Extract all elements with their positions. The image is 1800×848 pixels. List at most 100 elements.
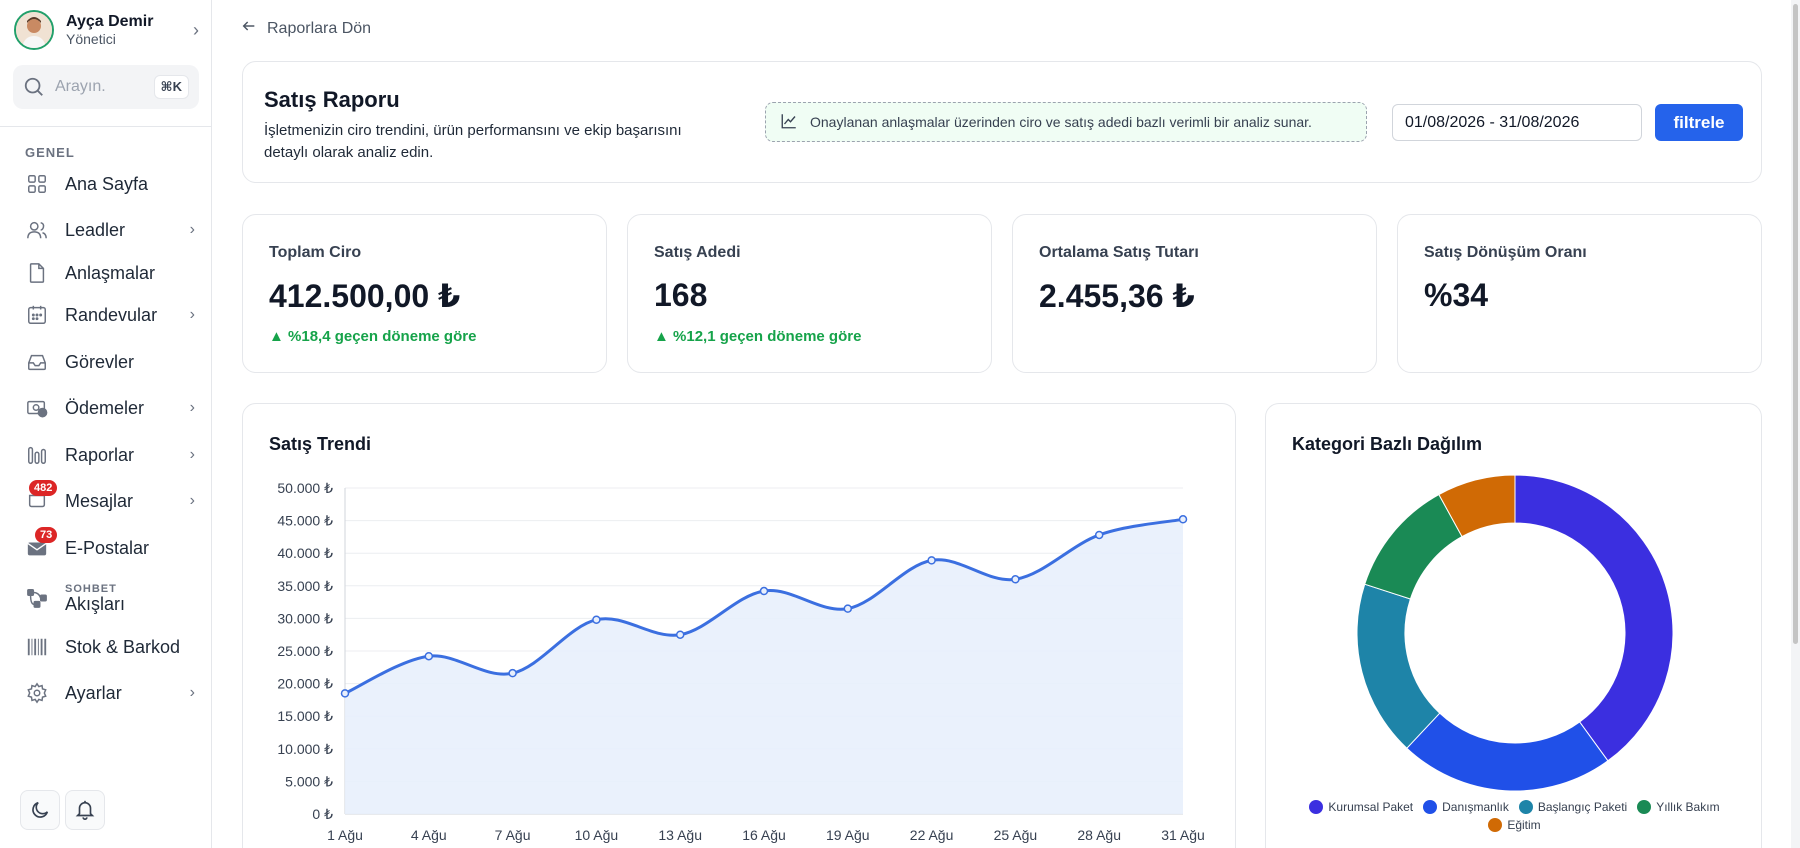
user-role: Yönetici <box>66 30 116 47</box>
chevron-right-icon: › <box>189 399 195 416</box>
theme-toggle-button[interactable] <box>20 790 60 830</box>
x-tick-label: 25 Ağu <box>994 827 1038 843</box>
sidebar-item-label: Ayarlar <box>65 682 122 703</box>
info-box: Onaylanan anlaşmalar üzerinden ciro ve s… <box>765 102 1367 142</box>
category-distribution-card: Kategori Bazlı Dağılım Kurumsal Paket Dan… <box>1265 403 1762 848</box>
sidebar-item-label: Raporlar <box>65 444 135 465</box>
bar-chart-icon <box>25 443 49 467</box>
sales-trend-card: Satış Trendi 0 ₺ 5.000 ₺ 10.000 ₺ 15.000 ₺ 2… <box>242 403 1236 848</box>
y-tick-label: 0 ₺ <box>312 806 333 822</box>
legend-label: Yıllık Bakım <box>1656 800 1720 814</box>
x-tick-label: 7 Ağu <box>495 827 531 843</box>
page-scrollbar[interactable] <box>1791 0 1800 848</box>
chevron-right-icon: › <box>189 446 195 463</box>
arrow-left-icon <box>241 18 257 39</box>
page-title: Satış Raporu <box>264 87 400 112</box>
kpi-value: 168 <box>654 277 708 313</box>
notifications-button[interactable] <box>65 790 105 830</box>
search-icon <box>24 77 43 96</box>
sidebar-item-stok-barkod[interactable]: Stok & Barkod <box>25 632 195 662</box>
kpi-label: Ortalama Satış Tutarı <box>1039 244 1199 261</box>
data-point <box>1178 515 1188 524</box>
data-point <box>927 556 936 565</box>
sidebar-item-randevular[interactable]: Randevular › <box>25 300 195 330</box>
sidebar-item-e-postalar[interactable]: 73 E-Postalar <box>25 527 195 563</box>
sidebar-item-raporlar[interactable]: Raporlar › <box>25 440 195 470</box>
kpi-label: Satış Dönüşüm Oranı <box>1424 244 1587 261</box>
data-point <box>1094 530 1104 540</box>
chevron-right-icon: › <box>189 492 195 509</box>
data-point <box>1011 575 1020 584</box>
sidebar-item-odemeler[interactable]: Ödemeler › <box>25 393 195 423</box>
kpi-card-satis-donusum-orani: Satış Dönüşüm Oranı %34 <box>1397 214 1762 373</box>
sidebar-item-sohbet-akislari[interactable]: SOHBET Akışları <box>25 580 195 616</box>
users-icon <box>25 218 49 242</box>
sidebar-item-ayarlar[interactable]: Ayarlar › <box>25 678 195 708</box>
date-range-input[interactable]: 01/08/2026 - 31/08/2026 <box>1392 104 1642 141</box>
legend-item[interactable]: Danışmanlık <box>1423 800 1509 814</box>
x-tick-label: 28 Ağu <box>1077 827 1121 843</box>
filter-button[interactable]: filtrele <box>1655 104 1743 141</box>
x-tick-label: 19 Ağu <box>826 827 870 843</box>
sidebar-item-anlasmalar[interactable]: Anlaşmalar <box>25 258 195 288</box>
message-count-badge: 482 <box>29 480 58 496</box>
donut-slice <box>1406 712 1609 792</box>
page-description: İşletmenizin ciro trendini, ürün perform… <box>264 122 682 161</box>
section-label: GENEL <box>25 145 75 160</box>
message-icon: 482 <box>25 480 58 513</box>
chevron-right-icon: › <box>189 221 195 238</box>
chevron-right-icon: › <box>193 19 199 40</box>
kpi-card-ortalama-satis-tutari: Ortalama Satış Tutarı 2.455,36 ₺ <box>1012 214 1377 373</box>
sidebar-divider <box>0 126 212 127</box>
grid-icon <box>25 172 49 196</box>
kpi-change: ▲ %12,1 geçen döneme göre <box>654 328 862 345</box>
back-label: Raporlara Dön <box>267 19 372 37</box>
calendar-icon <box>25 303 49 327</box>
x-tick-label: 13 Ağu <box>658 827 702 843</box>
legend-item[interactable]: Eğitim <box>1488 818 1541 832</box>
sidebar-item-mesajlar[interactable]: 482 Mesajlar › <box>25 480 195 516</box>
file-icon <box>25 261 49 285</box>
donut-slice <box>1356 583 1441 749</box>
x-tick-label: 10 Ağu <box>575 827 619 843</box>
sidebar-item-ana-sayfa[interactable]: Ana Sayfa <box>25 169 195 199</box>
sidebar-item-label: Mesajlar <box>65 490 134 511</box>
barcode-icon <box>25 635 49 659</box>
sidebar-item-label: Akışları <box>65 594 126 614</box>
sidebar-item-label: Leadler <box>65 219 126 240</box>
mail-count-badge: 73 <box>35 527 58 543</box>
sidebar-item-label: Stok & Barkod <box>65 636 181 657</box>
x-tick-label: 22 Ağu <box>910 827 954 843</box>
sidebar-item-leadler[interactable]: Leadler › <box>25 215 195 245</box>
sidebar-item-label: Randevular <box>65 304 158 325</box>
user-profile[interactable]: Ayça Demir Yönetici › <box>14 10 199 50</box>
legend-label: Eğitim <box>1507 818 1541 832</box>
y-tick-label: 25.000 ₺ <box>277 643 333 659</box>
y-tick-label: 15.000 ₺ <box>277 708 333 724</box>
inbox-icon <box>25 350 49 374</box>
legend-item[interactable]: Başlangıç Paketi <box>1518 800 1627 814</box>
sidebar-item-label: Ana Sayfa <box>65 173 149 194</box>
legend-label: Kurumsal Paket <box>1328 800 1414 814</box>
y-tick-label: 45.000 ₺ <box>277 513 333 529</box>
kpi-card-satis-adedi: Satış Adedi 168 ▲ %12,1 geçen döneme gör… <box>627 214 992 373</box>
x-tick-label: 31 Ağu <box>1161 827 1205 843</box>
moon-icon <box>32 801 49 818</box>
legend-item[interactable]: Kurumsal Paket <box>1309 800 1413 814</box>
y-tick-label: 5.000 ₺ <box>285 773 333 789</box>
legend-item[interactable]: Yıllık Bakım <box>1637 800 1720 814</box>
sidebar: Ayça Demir Yönetici › Arayın. ⌘K GENEL A… <box>0 0 212 848</box>
y-tick-label: 30.000 ₺ <box>277 610 333 626</box>
data-point <box>592 615 601 624</box>
data-point <box>759 586 769 596</box>
x-tick-label: 16 Ağu <box>742 827 786 843</box>
y-tick-label: 10.000 ₺ <box>277 741 333 757</box>
avatar <box>14 10 54 50</box>
search-input[interactable]: Arayın. ⌘K <box>13 65 199 109</box>
back-link[interactable]: Raporlara Dön <box>241 18 371 39</box>
scrollbar-thumb[interactable] <box>1793 4 1798 644</box>
legend-swatch <box>1309 800 1324 814</box>
sidebar-item-gorevler[interactable]: Görevler <box>25 347 195 377</box>
flow-icon <box>25 586 49 610</box>
gear-icon <box>25 681 49 705</box>
